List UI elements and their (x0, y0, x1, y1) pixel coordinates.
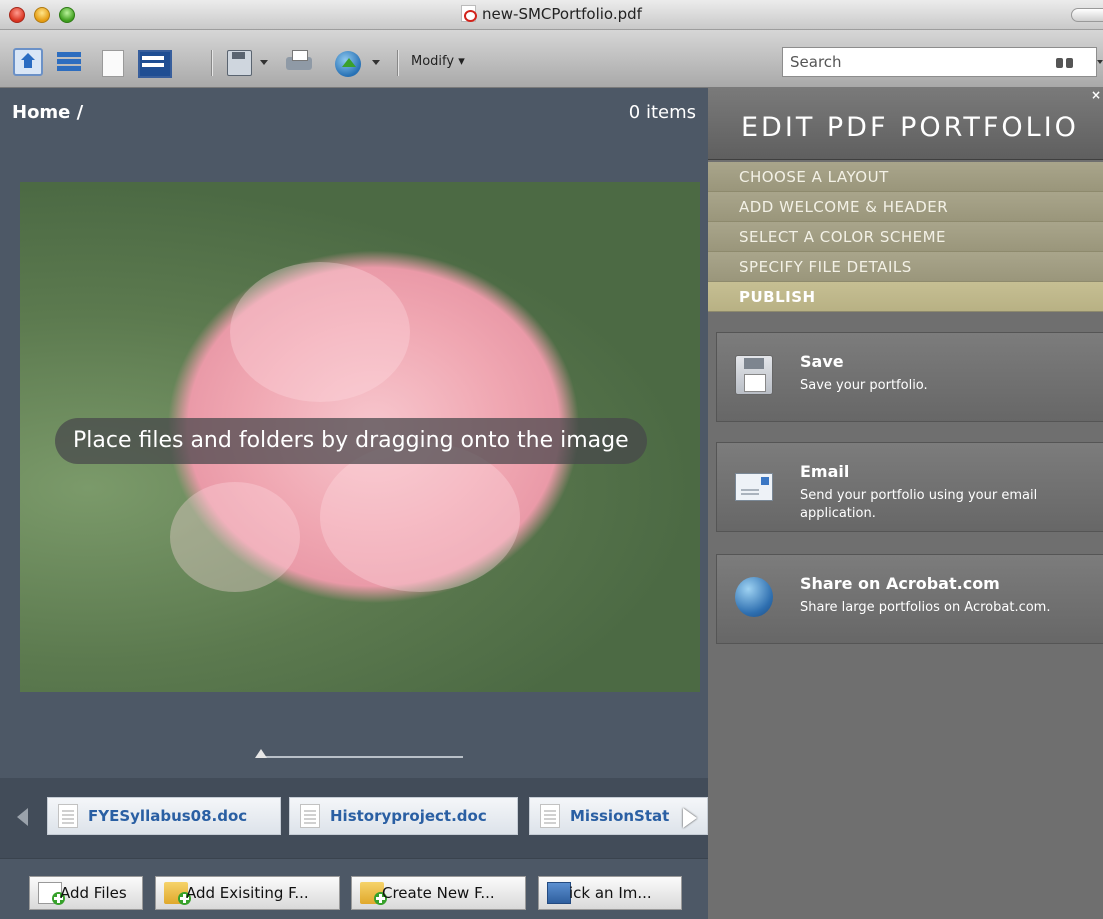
pick-image-label: ick an Im... (569, 884, 652, 902)
add-existing-folder-button[interactable]: Add Exisiting F... (155, 876, 340, 910)
carousel-left-arrow-icon[interactable] (17, 808, 28, 826)
save-dropdown-arrow-icon[interactable] (260, 60, 268, 65)
pdf-file-icon (461, 5, 478, 22)
floppy-disk-icon (735, 355, 773, 395)
breadcrumb[interactable]: Home / (12, 102, 83, 123)
step-publish[interactable]: PUBLISH (708, 282, 1103, 312)
option-title: Share on Acrobat.com (800, 574, 1000, 593)
acrobat-window: new-SMCPortfolio.pdf Modify ▾ Home / 0 i… (0, 0, 1103, 919)
layout-view-icon[interactable] (137, 48, 172, 78)
binoculars-icon[interactable] (1056, 56, 1074, 69)
toolbar: Modify ▾ (0, 30, 1103, 88)
file-tab[interactable]: MissionStat (529, 797, 708, 835)
edit-panel-header: EDIT PDF PORTFOLIO × (708, 88, 1103, 160)
edit-steps-list: CHOOSE A LAYOUT ADD WELCOME & HEADER SEL… (708, 162, 1103, 312)
search-options-arrow-icon[interactable] (1097, 60, 1103, 64)
pick-image-button[interactable]: ick an Im... (538, 876, 682, 910)
file-tab[interactable]: Historyproject.doc (289, 797, 518, 835)
photo-highlight (320, 442, 520, 592)
document-icon (58, 804, 78, 828)
window-title-wrap: new-SMCPortfolio.pdf (0, 5, 1103, 23)
add-files-button[interactable]: Add Files (29, 876, 143, 910)
file-tab[interactable]: FYESyllabus08.doc (47, 797, 281, 835)
search-input[interactable] (790, 52, 1030, 72)
close-panel-icon[interactable]: × (1091, 88, 1101, 102)
create-new-folder-label: Create New F... (382, 884, 495, 902)
option-description: Save your portfolio. (800, 378, 928, 393)
bottom-action-bar: Add Files Add Exisiting F... Create New … (0, 858, 708, 919)
search-box[interactable] (782, 47, 1097, 77)
file-carousel: FYESyllabus08.doc Historyproject.doc Mis… (0, 778, 708, 858)
photo-highlight (230, 262, 410, 402)
save-disk-icon[interactable] (224, 48, 254, 76)
globe-icon (735, 577, 773, 617)
option-title: Save (800, 352, 844, 371)
printer-icon[interactable] (284, 48, 314, 76)
envelope-icon (735, 473, 773, 501)
edit-portfolio-panel: EDIT PDF PORTFOLIO × CHOOSE A LAYOUT ADD… (708, 88, 1103, 919)
toolbar-toggle-button[interactable] (1071, 8, 1103, 22)
document-icon (300, 804, 320, 828)
drop-hint: Place files and folders by dragging onto… (55, 418, 647, 464)
step-add-welcome-header[interactable]: ADD WELCOME & HEADER (708, 192, 1103, 222)
edit-panel-title: EDIT PDF PORTFOLIO (741, 112, 1079, 143)
publish-save-option[interactable]: Save Save your portfolio. (716, 332, 1103, 422)
page-view-icon[interactable] (97, 48, 127, 77)
publish-email-option[interactable]: Email Send your portfolio using your ema… (716, 442, 1103, 532)
file-tab-label: FYESyllabus08.doc (88, 807, 248, 825)
create-new-folder-button[interactable]: Create New F... (351, 876, 526, 910)
step-choose-layout[interactable]: CHOOSE A LAYOUT (708, 162, 1103, 192)
document-icon (540, 804, 560, 828)
modify-menu-button[interactable]: Modify ▾ (411, 54, 465, 69)
file-tab-label: Historyproject.doc (330, 807, 487, 825)
zoom-slider-track[interactable] (258, 756, 463, 758)
share-globe-icon[interactable] (333, 48, 363, 77)
item-count: 0 items (628, 102, 696, 123)
zoom-slider-thumb[interactable] (255, 749, 267, 758)
toolbar-separator (397, 50, 398, 76)
add-existing-folder-label: Add Exisiting F... (186, 884, 309, 902)
photo-highlight (170, 482, 300, 592)
step-specify-file-details[interactable]: SPECIFY FILE DETAILS (708, 252, 1103, 282)
portfolio-content-pane: Home / 0 items Place files and folders b… (0, 88, 708, 919)
file-tab-label: MissionStat (570, 807, 670, 825)
option-description: Share large portfolios on Acrobat.com. (800, 600, 1051, 615)
carousel-right-arrow-icon[interactable] (683, 808, 697, 828)
list-view-icon[interactable] (54, 48, 84, 76)
window-title: new-SMCPortfolio.pdf (482, 5, 642, 23)
image-picker-icon (547, 882, 571, 904)
option-title: Email (800, 462, 850, 481)
share-dropdown-arrow-icon[interactable] (372, 60, 380, 65)
publish-share-option[interactable]: Share on Acrobat.com Share large portfol… (716, 554, 1103, 644)
title-bar: new-SMCPortfolio.pdf (0, 0, 1103, 30)
toolbar-separator (211, 50, 212, 76)
welcome-photo-dropzone[interactable]: Place files and folders by dragging onto… (20, 182, 700, 692)
home-icon[interactable] (13, 48, 43, 76)
option-description: Send your portfolio using your email app… (800, 488, 1038, 521)
add-files-label: Add Files (60, 884, 127, 902)
step-select-color-scheme[interactable]: SELECT A COLOR SCHEME (708, 222, 1103, 252)
